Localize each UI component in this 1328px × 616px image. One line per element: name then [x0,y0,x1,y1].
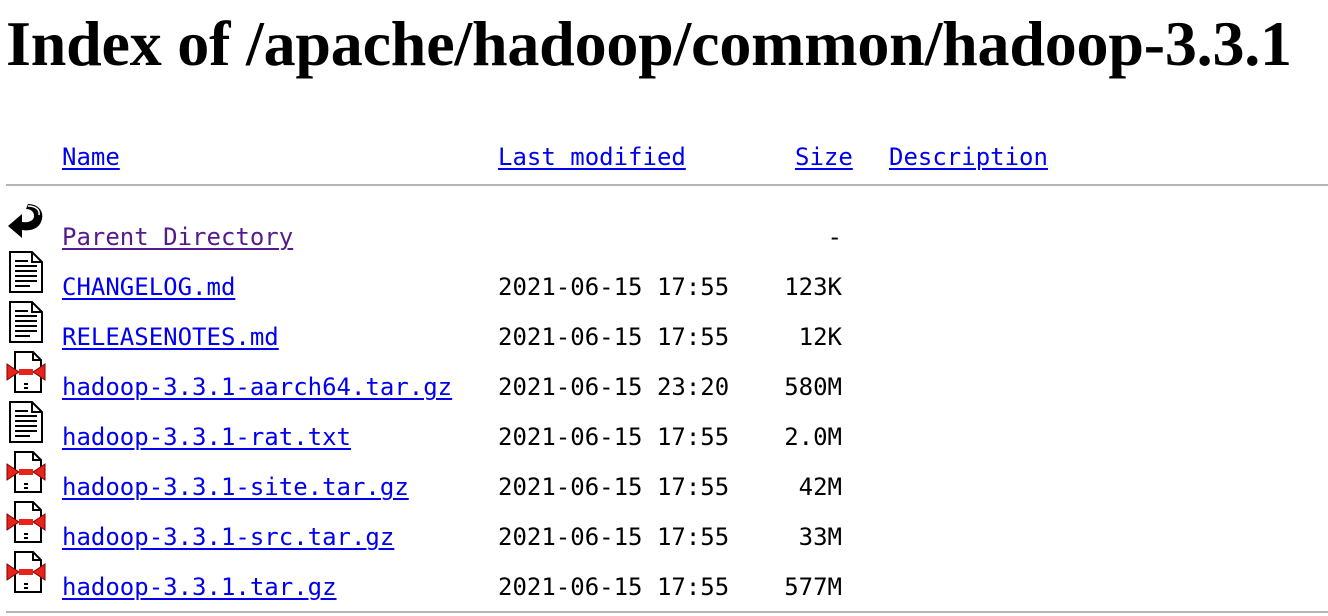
file-size: 577M [784,573,842,601]
sort-by-last-modified-link[interactable]: Last modified [498,143,686,171]
file-name-cell[interactable]: CHANGELOG.md [62,272,235,302]
sort-by-description-link[interactable]: Description [889,143,1048,171]
file-size: 123K [784,273,842,301]
compressed-file-icon [6,350,46,394]
file-link[interactable]: hadoop-3.3.1-site.tar.gz [62,473,409,501]
file-name-cell[interactable]: hadoop-3.3.1.tar.gz [62,572,337,602]
column-header-description[interactable]: Description [889,142,1048,172]
column-header-name[interactable]: Name [62,142,120,172]
file-name-cell[interactable]: hadoop-3.3.1-src.tar.gz [62,522,394,552]
footer-divider [6,611,1328,613]
file-link[interactable]: hadoop-3.3.1-rat.txt [62,423,351,451]
file-modified: 2021-06-15 17:55 [498,423,730,451]
header-divider [6,184,1328,186]
file-name-cell[interactable]: RELEASENOTES.md [62,322,279,352]
compressed-file-icon [6,550,46,594]
text-file-icon [6,250,46,294]
file-link[interactable]: RELEASENOTES.md [62,323,279,351]
parent-size: - [827,223,842,251]
back-arrow-icon [6,200,46,244]
text-file-icon [6,300,46,344]
file-size: 2.0M [784,423,842,451]
directory-listing-page: Index of /apache/hadoop/common/hadoop-3.… [0,0,1328,616]
page-title: Index of /apache/hadoop/common/hadoop-3.… [6,8,1292,79]
sort-by-size-link[interactable]: Size [795,143,853,171]
file-modified: 2021-06-15 17:55 [498,523,730,551]
file-link[interactable]: hadoop-3.3.1.tar.gz [62,573,337,601]
file-link[interactable]: hadoop-3.3.1-aarch64.tar.gz [62,373,452,401]
file-name-cell[interactable]: hadoop-3.3.1-rat.txt [62,422,351,452]
text-file-icon [6,400,46,444]
file-modified: 2021-06-15 17:55 [498,573,730,601]
file-modified: 2021-06-15 17:55 [498,473,730,501]
file-size: 33M [798,523,842,551]
parent-directory-link[interactable]: Parent Directory [62,223,293,251]
file-size: 580M [784,373,842,401]
file-link[interactable]: CHANGELOG.md [62,273,235,301]
compressed-file-icon [6,500,46,544]
file-size: 42M [798,473,842,501]
file-name-cell[interactable]: hadoop-3.3.1-aarch64.tar.gz [62,372,452,402]
column-header-last-modified[interactable]: Last modified [498,142,686,172]
file-modified: 2021-06-15 17:55 [498,273,730,301]
sort-by-name-link[interactable]: Name [62,143,120,171]
column-header-size[interactable]: Size [795,142,853,172]
compressed-file-icon [6,450,46,494]
parent-directory-cell[interactable]: Parent Directory [62,222,293,252]
file-link[interactable]: hadoop-3.3.1-src.tar.gz [62,523,394,551]
file-modified: 2021-06-15 23:20 [498,373,730,401]
file-name-cell[interactable]: hadoop-3.3.1-site.tar.gz [62,472,409,502]
file-modified: 2021-06-15 17:55 [498,323,730,351]
file-size: 12K [798,323,842,351]
